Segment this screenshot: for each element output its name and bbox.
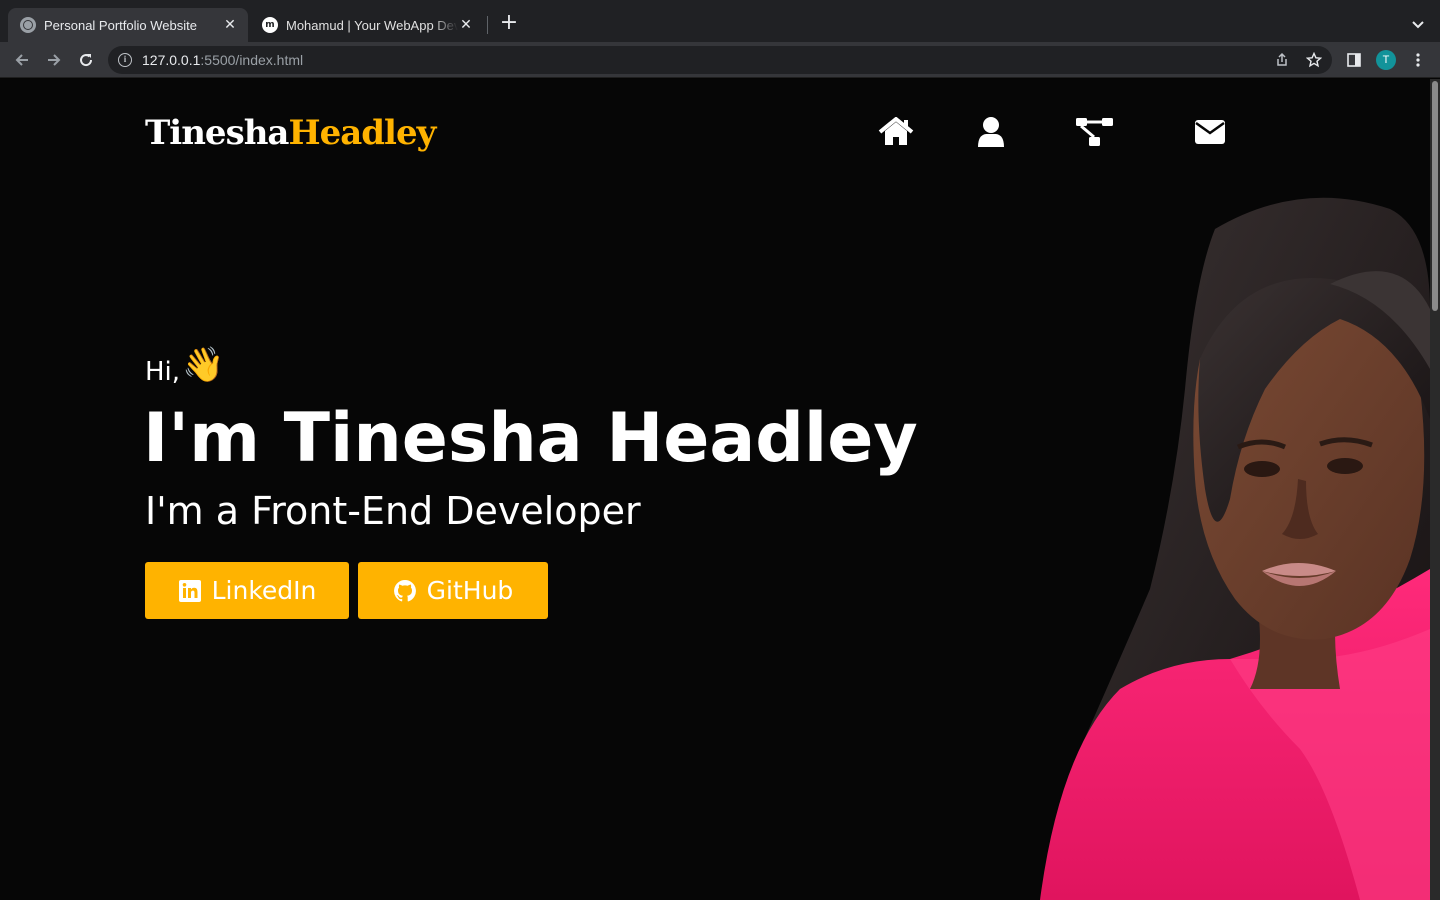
site-logo[interactable]: TineshaHeadley — [145, 113, 436, 153]
globe-icon — [20, 17, 36, 33]
bookmark-star-icon[interactable] — [1302, 46, 1326, 74]
forward-button[interactable] — [42, 48, 66, 72]
share-icon[interactable] — [1270, 46, 1294, 74]
tab-mohamud[interactable]: m Mohamud | Your WebApp Deve ✕ — [250, 8, 484, 42]
linkedin-label: LinkedIn — [211, 576, 317, 605]
arrow-right-icon — [48, 54, 61, 66]
close-tab-icon[interactable]: ✕ — [222, 17, 238, 33]
greeting-text: Hi, — [145, 357, 181, 387]
kebab-menu-icon[interactable] — [1406, 48, 1430, 72]
github-label: GitHub — [426, 576, 514, 605]
site-info-icon[interactable]: i — [118, 53, 132, 67]
back-button[interactable] — [10, 48, 34, 72]
home-icon — [878, 117, 914, 145]
portrait-photo — [1040, 197, 1430, 900]
browser-tab-strip: Personal Portfolio Website ✕ m Mohamud |… — [0, 0, 1440, 42]
nav-about-link[interactable] — [976, 115, 1006, 149]
reload-button[interactable] — [74, 48, 98, 72]
scrollbar-thumb[interactable] — [1432, 81, 1438, 311]
linkedin-button[interactable]: LinkedIn — [145, 562, 349, 619]
user-icon — [978, 117, 1004, 147]
logo-last-name: Headley — [288, 113, 436, 153]
tab-search-chevron-icon[interactable] — [1408, 15, 1428, 35]
logo-first-name: Tinesha — [145, 113, 289, 153]
reload-icon — [80, 54, 93, 67]
github-icon — [393, 579, 416, 601]
m-logo-icon: m — [262, 17, 278, 33]
github-button[interactable]: GitHub — [358, 562, 548, 619]
page-viewport: TineshaHeadley Hi,👋 I'm Tinesha Headley … — [0, 79, 1430, 900]
url-text: 127.0.0.1:5500/index.html — [142, 52, 304, 68]
linkedin-icon — [178, 579, 201, 602]
nav-projects-link[interactable] — [1075, 115, 1115, 149]
tab-personal-portfolio[interactable]: Personal Portfolio Website ✕ — [8, 8, 248, 42]
sitemap-icon — [1076, 118, 1113, 146]
address-bar[interactable]: i 127.0.0.1:5500/index.html — [108, 46, 1332, 74]
side-panel-icon[interactable] — [1342, 48, 1366, 72]
browser-toolbar: i 127.0.0.1:5500/index.html T — [0, 42, 1440, 78]
arrow-left-icon — [15, 54, 28, 66]
envelope-icon — [1195, 120, 1225, 144]
greeting: Hi,👋 — [145, 345, 224, 389]
profile-avatar[interactable]: T — [1376, 50, 1396, 70]
tab-title: Mohamud | Your WebApp Deve — [286, 17, 458, 33]
close-tab-icon[interactable]: ✕ — [458, 17, 474, 33]
tab-title: Personal Portfolio Website — [44, 17, 197, 33]
nav-home-link[interactable] — [878, 115, 914, 149]
tab-divider — [487, 16, 488, 34]
nav-contact-link[interactable] — [1193, 115, 1227, 149]
page-scrollbar[interactable] — [1430, 79, 1440, 900]
new-tab-button[interactable]: + — [498, 12, 520, 35]
hero-headline: I'm Tinesha Headley — [143, 399, 918, 478]
hero-subtitle: I'm a Front-End Developer — [145, 489, 641, 533]
waving-hand-icon: 👋 — [182, 345, 225, 385]
